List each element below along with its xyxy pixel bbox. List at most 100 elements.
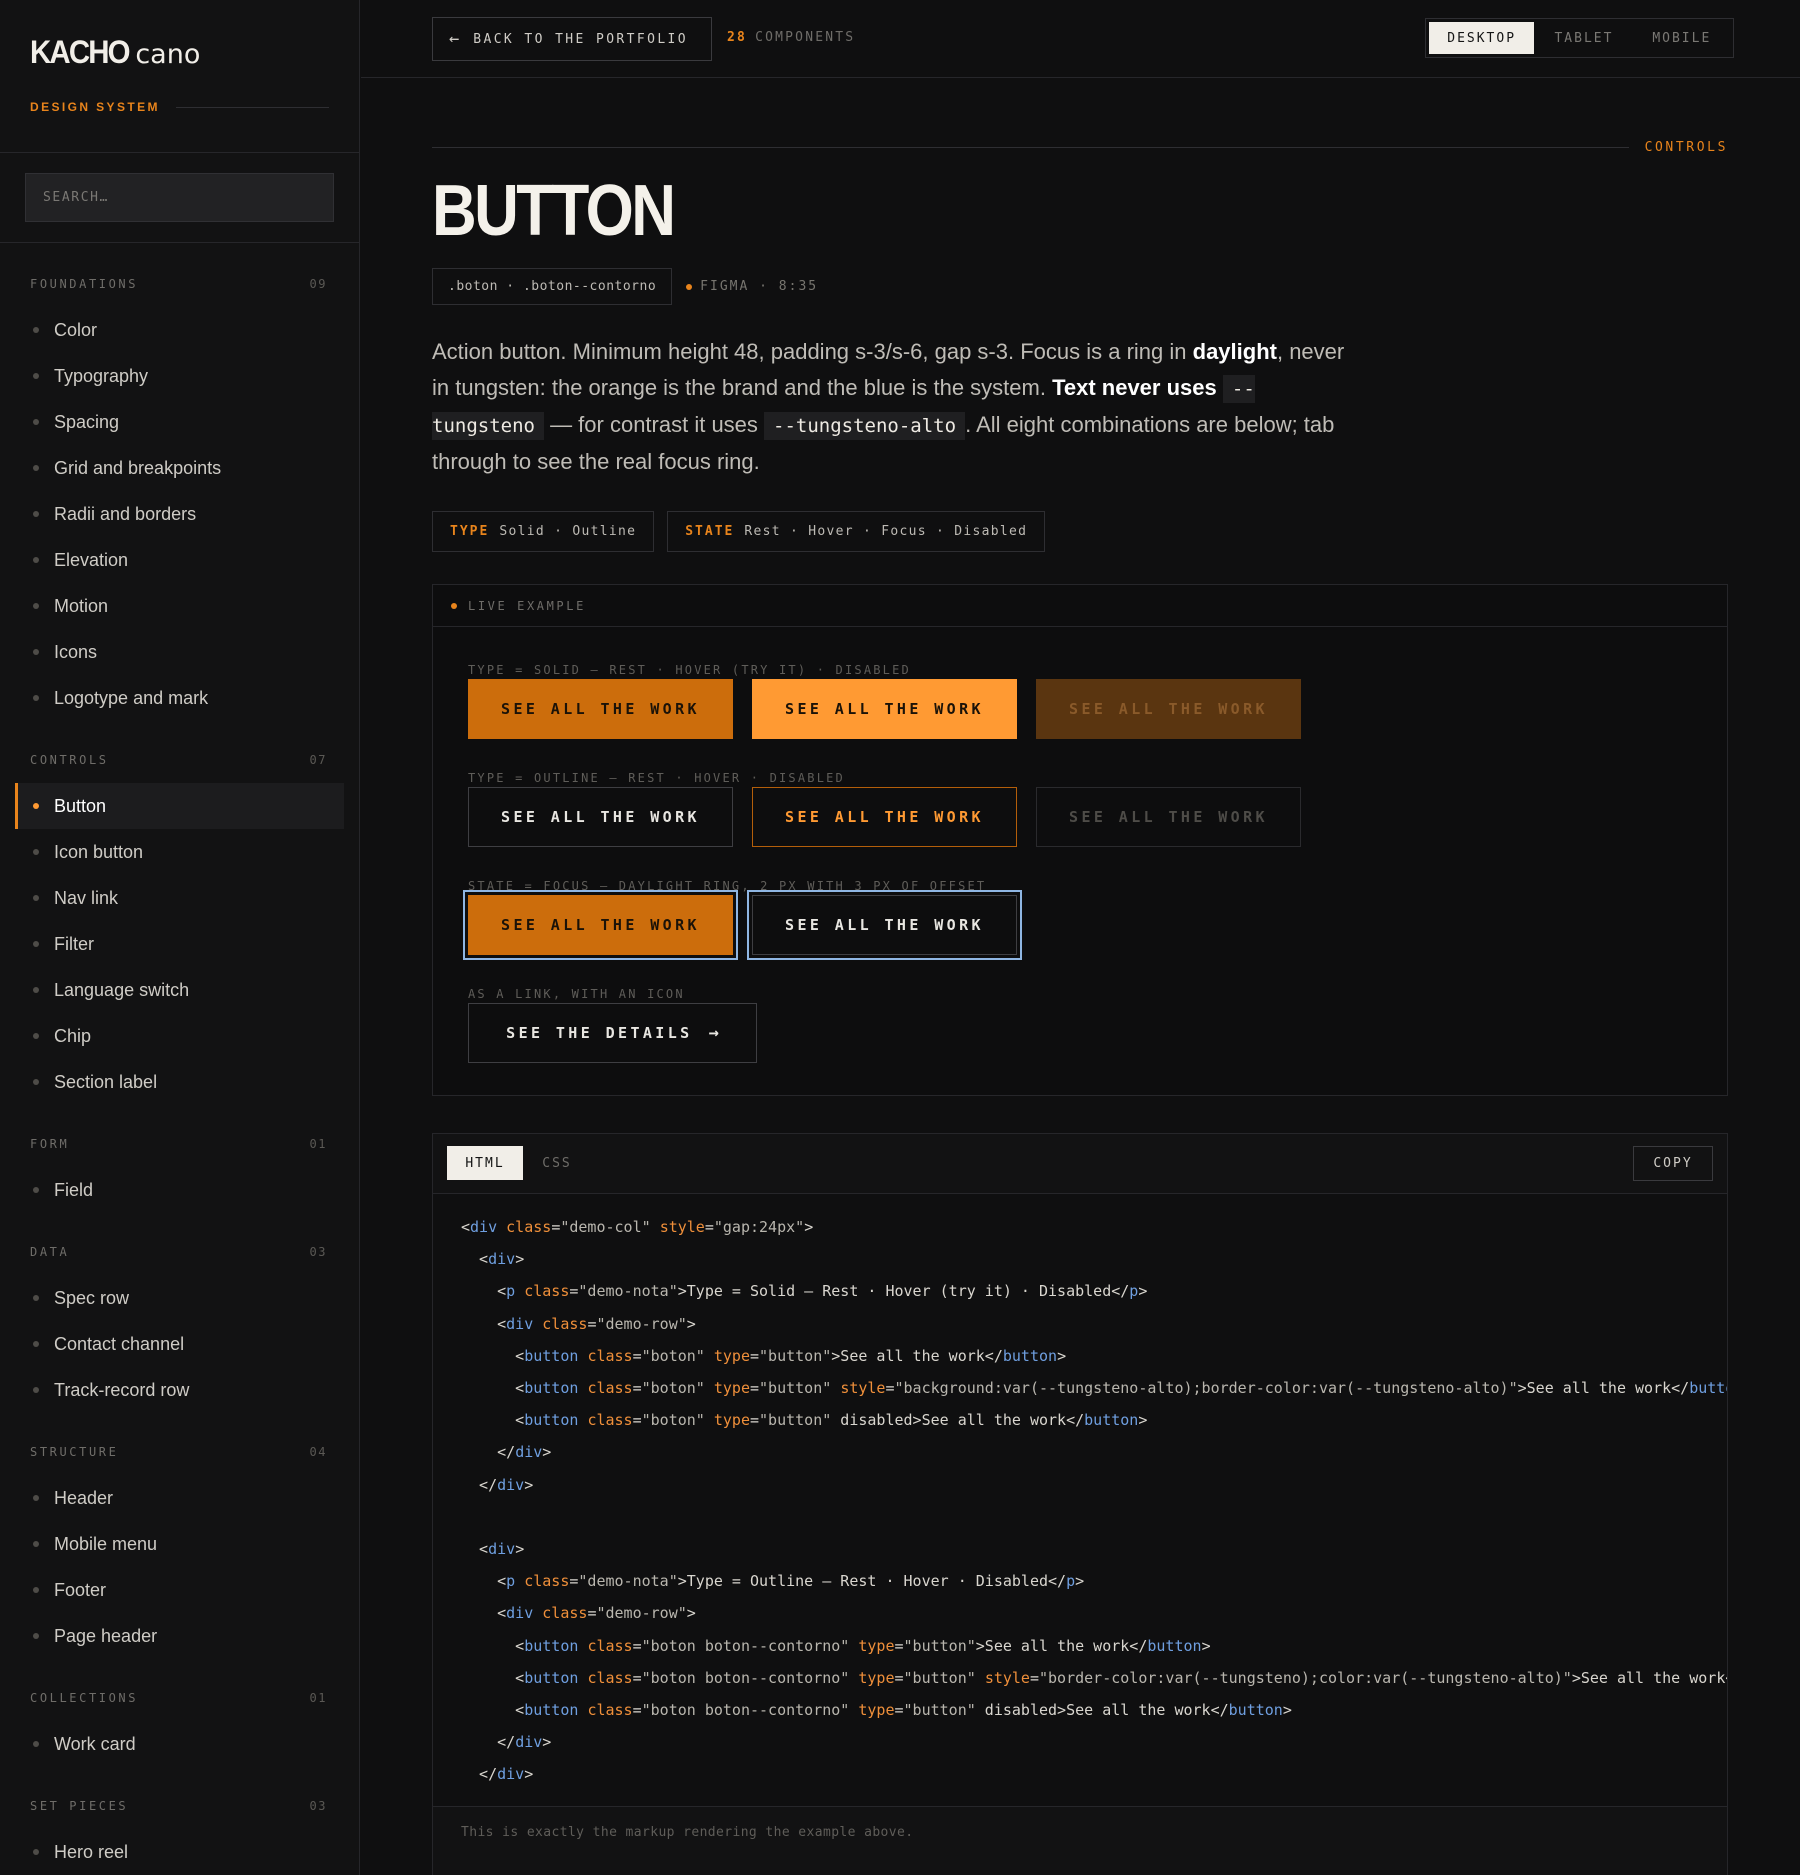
description: Action button. Minimum height 48, paddin… xyxy=(432,334,1362,480)
sidebar-item-filter[interactable]: Filter xyxy=(15,921,344,967)
sidebar-item-label: Motion xyxy=(54,595,109,616)
sidebar-item-label: Language switch xyxy=(54,979,190,1000)
sidebar-item-label: Icons xyxy=(54,641,98,662)
section-label: CONTROLS xyxy=(1644,140,1728,155)
sidebar-item-grid-and-breakpoints[interactable]: Grid and breakpoints xyxy=(15,445,344,491)
brand: KACHO cano DESIGN SYSTEM xyxy=(0,0,359,153)
sidebar-item-field[interactable]: Field xyxy=(15,1167,344,1213)
sidebar-item-label: Mobile menu xyxy=(54,1533,158,1554)
viewport-switch: DESKTOP TABLET MOBILE xyxy=(1425,18,1734,58)
sidebar-item-spec-row[interactable]: Spec row xyxy=(15,1275,344,1321)
component-count: 28 COMPONENTS xyxy=(727,30,855,45)
sidebar-item-nav-link[interactable]: Nav link xyxy=(15,875,344,921)
demo-note: As a link, with an icon xyxy=(468,987,685,1001)
bullet-icon xyxy=(33,649,39,655)
sidebar-item-spacing[interactable]: Spacing xyxy=(15,399,344,445)
solid-focus-button[interactable]: SEE ALL THE WORK xyxy=(463,890,738,960)
back-label: BACK TO THE PORTFOLIO xyxy=(473,31,689,47)
code-caption: This is exactly the markup rendering the… xyxy=(433,1806,1727,1875)
sidebar-item-hero-reel[interactable]: Hero reel xyxy=(15,1829,344,1875)
viewport-tablet[interactable]: TABLET xyxy=(1534,22,1633,54)
nav-section-title: FOUNDATIONS xyxy=(30,277,139,291)
sidebar-item-footer[interactable]: Footer xyxy=(15,1567,344,1613)
search-input[interactable] xyxy=(25,173,334,222)
viewport-mobile[interactable]: MOBILE xyxy=(1634,22,1730,54)
code-line: <button class="boton" type="button" disa… xyxy=(461,1411,1148,1430)
sidebar: KACHO cano DESIGN SYSTEM FOUNDATIONS 09 Co… xyxy=(0,0,360,1875)
divider xyxy=(175,106,329,108)
solid-hover-button[interactable]: SEE ALL THE WORK xyxy=(752,679,1017,739)
solid-rest-button[interactable]: SEE ALL THE WORK xyxy=(468,679,733,739)
logo-bold: KACHO xyxy=(30,34,131,70)
sidebar-item-color[interactable]: Color xyxy=(15,307,344,353)
bullet-icon xyxy=(33,1387,39,1393)
code-line: <div> xyxy=(461,1250,525,1269)
desc-bold: daylight xyxy=(1192,339,1277,364)
sidebar-item-contact-channel[interactable]: Contact channel xyxy=(15,1321,344,1367)
sidebar-item-page-header[interactable]: Page header xyxy=(15,1613,344,1659)
sidebar-item-label: Footer xyxy=(54,1579,107,1600)
bullet-icon xyxy=(33,1341,39,1347)
see-details-link[interactable]: SEE THE DETAILS → xyxy=(468,1003,757,1063)
component-count-label: COMPONENTS xyxy=(755,30,856,45)
figma-label: FIGMA · 8:35 xyxy=(700,279,819,294)
bullet-icon xyxy=(33,1079,39,1085)
arrow-right-icon: → xyxy=(708,1023,719,1043)
code-line: </div> xyxy=(461,1443,552,1462)
nav-section-count: 09 xyxy=(309,277,327,291)
sidebar-item-label: Radii and borders xyxy=(54,503,197,524)
outline-disabled-button[interactable]: SEE ALL THE WORK xyxy=(1036,787,1301,847)
sidebar-item-label: Section label xyxy=(54,1071,158,1092)
bullet-icon xyxy=(33,803,39,809)
sidebar-item-mobile-menu[interactable]: Mobile menu xyxy=(15,1521,344,1567)
sidebar-item-icons[interactable]: Icons xyxy=(15,629,344,675)
nav-section-controls: CONTROLS 07 xyxy=(0,747,359,773)
sidebar-item-motion[interactable]: Motion xyxy=(15,583,344,629)
sidebar-item-elevation[interactable]: Elevation xyxy=(15,537,344,583)
sidebar-item-typography[interactable]: Typography xyxy=(15,353,344,399)
tab-css[interactable]: CSS xyxy=(525,1146,589,1180)
outline-hover-button[interactable]: SEE ALL THE WORK xyxy=(752,787,1017,847)
solid-disabled-button[interactable]: SEE ALL THE WORK xyxy=(1036,679,1301,739)
nav-section-title: COLLECTIONS xyxy=(30,1691,139,1705)
sidebar-item-button[interactable]: Button xyxy=(15,783,344,829)
sidebar-item-language-switch[interactable]: Language switch xyxy=(15,967,344,1013)
figma-ref[interactable]: FIGMA · 8:35 xyxy=(686,279,818,294)
bullet-icon xyxy=(33,695,39,701)
bullet-icon xyxy=(33,1541,39,1547)
code-line: <div> xyxy=(461,1540,525,1558)
tag-value: Solid · Outline xyxy=(499,524,637,539)
sidebar-item-chip[interactable]: Chip xyxy=(15,1013,344,1059)
status-dot-icon xyxy=(686,283,693,290)
bullet-icon xyxy=(33,327,39,333)
sidebar-item-label: Chip xyxy=(54,1025,92,1046)
bullet-icon xyxy=(33,849,39,855)
sidebar-item-icon-button[interactable]: Icon button xyxy=(15,829,344,875)
sidebar-nav: FOUNDATIONS 09 Color Typography Spacing Grid … xyxy=(0,243,359,1875)
outline-focus-button[interactable]: SEE ALL THE WORK xyxy=(747,890,1022,960)
code-line: <button class="boton" type="button">See … xyxy=(461,1346,1067,1365)
code-line: <button class="boton boton--contorno" ty… xyxy=(461,1701,1292,1719)
sidebar-item-radii-and-borders[interactable]: Radii and borders xyxy=(15,491,344,537)
sidebar-item-work-card[interactable]: Work card xyxy=(15,1721,344,1767)
nav-section-title: DATA xyxy=(30,1245,70,1259)
logo[interactable]: KACHO cano xyxy=(30,34,359,70)
sidebar-item-section-label[interactable]: Section label xyxy=(15,1059,344,1105)
tab-html[interactable]: HTML xyxy=(447,1146,523,1180)
nav-section-title: CONTROLS xyxy=(30,753,109,767)
desc-text: — for contrast it uses xyxy=(543,412,765,437)
viewport-desktop[interactable]: DESKTOP xyxy=(1429,22,1535,54)
bullet-icon xyxy=(33,1033,39,1039)
code-block: <div class="demo-col" style="gap:24px"> … xyxy=(433,1194,1727,1806)
sidebar-item-header[interactable]: Header xyxy=(15,1475,344,1521)
bullet-icon xyxy=(33,557,39,563)
back-to-portfolio-button[interactable]: ← BACK TO THE PORTFOLIO xyxy=(432,17,712,61)
sidebar-item-label: Nav link xyxy=(54,887,119,908)
demo-note: Type = Outline — Rest · Hover · Disabled xyxy=(468,771,845,785)
sidebar-item-label: Work card xyxy=(54,1733,136,1754)
sidebar-item-track-record-row[interactable]: Track-record row xyxy=(15,1367,344,1413)
copy-button[interactable]: COPY xyxy=(1633,1146,1713,1181)
bullet-icon xyxy=(33,895,39,901)
outline-rest-button[interactable]: SEE ALL THE WORK xyxy=(468,787,733,847)
sidebar-item-logotype-and-mark[interactable]: Logotype and mark xyxy=(15,675,344,721)
